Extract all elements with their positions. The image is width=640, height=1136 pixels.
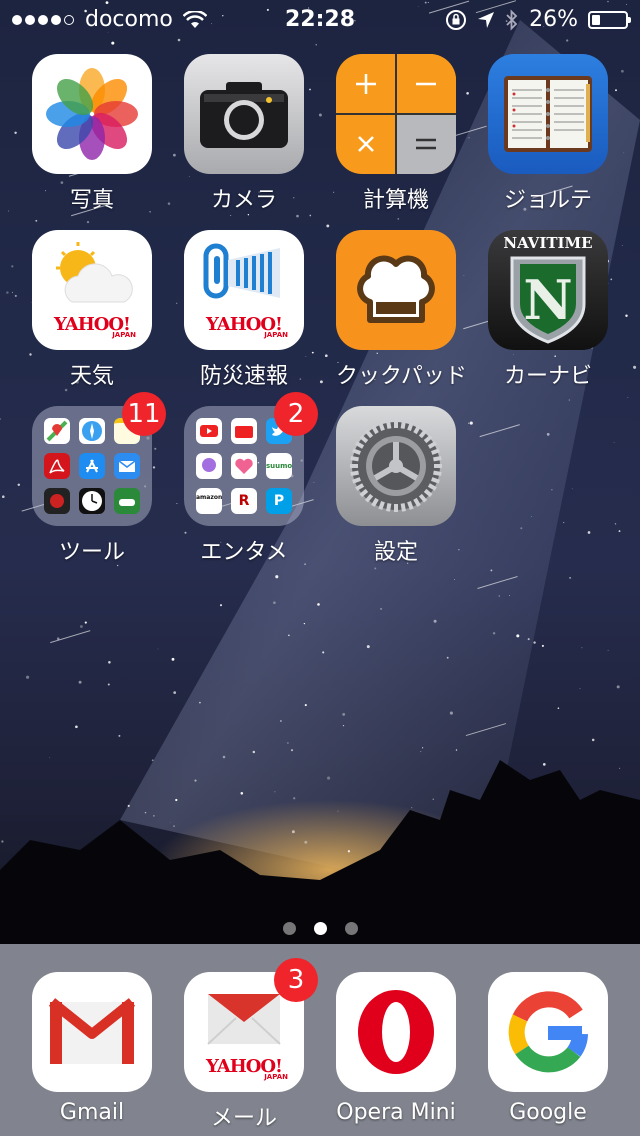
jorte-planner-icon [488, 54, 608, 174]
notification-badge: 2 [274, 392, 318, 436]
app-label: 設定 [373, 540, 418, 565]
page-dot[interactable] [344, 922, 358, 935]
app-label: 防災速報 [199, 364, 288, 389]
battery-icon [588, 10, 631, 29]
clock-mini-icon [79, 488, 105, 514]
app-camera[interactable]: カメラ [184, 54, 304, 214]
app-car-navi[interactable]: NAVITIME N カーナビ [488, 230, 608, 390]
p-mini-icon: P [266, 488, 292, 514]
app-label: クックパッド [336, 364, 467, 389]
folder-label: ツール [58, 540, 125, 565]
folder-entertainment[interactable]: suumo amazon R P 2 エンタメ [184, 392, 318, 566]
gmail-icon [32, 972, 152, 1092]
yahoo-logo: YAHOO! JAPAN [206, 1056, 288, 1081]
app-label: カーナビ [503, 364, 592, 389]
yahoo-logo: YAHOO! JAPAN [54, 314, 136, 339]
navitime-letter: N [523, 268, 573, 332]
yahoo-logo: YAHOO! JAPAN [206, 314, 288, 339]
app-label: メール [210, 1106, 277, 1131]
dock-app-opera-mini[interactable]: Opera Mini [336, 972, 456, 1125]
opera-mini-icon [336, 972, 456, 1092]
mail-mini-icon [114, 453, 140, 479]
bluetooth-icon [506, 8, 518, 31]
yahoo-mail-icon: YAHOO! JAPAN 3 [184, 958, 318, 1092]
app-settings[interactable]: 設定 [336, 406, 456, 566]
amazon-mini-icon: amazon [196, 488, 222, 514]
cookpad-icon [336, 230, 456, 350]
notification-badge: 3 [274, 958, 318, 1002]
acrobat-mini-icon [44, 453, 70, 479]
yahoo-disaster-alert-icon: YAHOO! JAPAN [184, 230, 304, 350]
entertainment-folder-icon: suumo amazon R P 2 [184, 392, 318, 526]
folder-label: エンタメ [200, 540, 288, 565]
google-icon [488, 972, 608, 1092]
app-label: カメラ [210, 188, 277, 213]
safari-mini-icon [79, 418, 105, 444]
app-label: 天気 [69, 364, 114, 389]
rakuten-mini-icon: R [231, 488, 257, 514]
app-calculator[interactable]: 計算機 [336, 54, 456, 214]
dock-app-gmail[interactable]: Gmail [32, 972, 152, 1125]
app-disaster-alert[interactable]: YAHOO! JAPAN 防災速報 [184, 230, 304, 390]
app-label: Gmail [59, 1100, 125, 1125]
yahoo-mini-icon [196, 453, 222, 479]
page-indicator[interactable] [0, 922, 640, 935]
app-label: 写真 [69, 188, 114, 213]
app-label: Google [509, 1100, 587, 1125]
app-store-mini-icon [79, 453, 105, 479]
maps-mini-icon [44, 418, 70, 444]
youtube-mini-icon [196, 418, 222, 444]
app-label: Opera Mini [336, 1100, 456, 1125]
app-label: 計算機 [362, 188, 429, 213]
settings-gear-icon [336, 406, 456, 526]
folder-tools[interactable]: 11 ツール [32, 392, 166, 566]
navitime-car-navi-icon: NAVITIME N [488, 230, 608, 350]
app-weather[interactable]: YAHOO! JAPAN 天気 [32, 230, 152, 390]
photos-icon [32, 54, 152, 174]
heart-mini-icon [231, 453, 257, 479]
page-dot[interactable] [282, 922, 296, 935]
tools-folder-icon: 11 [32, 392, 166, 526]
orientation-lock-icon [446, 9, 467, 30]
calculator-icon [336, 54, 456, 174]
status-bar: docomo 22:28 26% [0, 0, 640, 40]
app-jorte[interactable]: ジョルテ [488, 54, 608, 214]
location-arrow-icon [478, 11, 495, 28]
app-photos[interactable]: 写真 [32, 54, 152, 214]
car-mini-icon [114, 488, 140, 514]
suumo-mini-icon: suumo [266, 453, 292, 479]
page-dot-current[interactable] [313, 922, 327, 935]
notification-badge: 11 [122, 392, 166, 436]
battery-percentage: 26% [529, 7, 578, 32]
tv-mini-icon [231, 418, 257, 444]
dock-app-mail[interactable]: YAHOO! JAPAN 3 メール [184, 958, 318, 1132]
dock-app-google[interactable]: Google [488, 972, 608, 1125]
yahoo-weather-icon: YAHOO! JAPAN [32, 230, 152, 350]
app-label: ジョルテ [503, 188, 592, 213]
recorder-mini-icon [44, 488, 70, 514]
camera-icon [184, 54, 304, 174]
app-cookpad[interactable]: クックパッド [336, 230, 467, 390]
